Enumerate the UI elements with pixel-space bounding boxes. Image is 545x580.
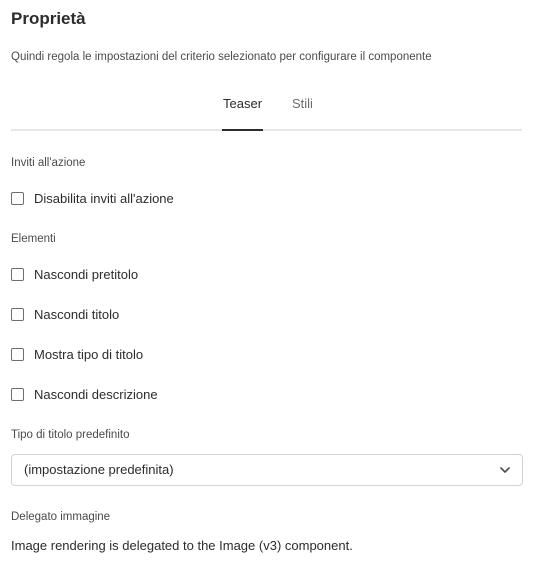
- tab-bar: Teaser Stili: [11, 86, 522, 131]
- disable-cta-checkbox[interactable]: Disabilita inviti all'azione: [11, 188, 174, 208]
- checkbox-icon[interactable]: [11, 267, 24, 281]
- checkbox-icon[interactable]: [11, 191, 24, 205]
- hide-title-label: Nascondi titolo: [34, 306, 120, 322]
- show-title-type-label: Mostra tipo di titolo: [34, 346, 144, 362]
- tab-teaser[interactable]: Teaser: [223, 96, 262, 111]
- hide-title-checkbox[interactable]: Nascondi titolo: [11, 304, 119, 324]
- chevron-down-icon[interactable]: [498, 463, 512, 477]
- title-type-select[interactable]: (impostazione predefinita): [11, 454, 523, 486]
- tab-stili[interactable]: Stili: [292, 96, 313, 111]
- hide-pretitle-label: Nascondi pretitolo: [34, 266, 139, 282]
- checkbox-icon[interactable]: [11, 387, 24, 401]
- hide-description-label: Nascondi descrizione: [34, 386, 158, 402]
- image-delegate-label: Delegato immagine: [11, 511, 111, 523]
- elements-section-label: Elementi: [11, 233, 56, 245]
- checkbox-icon[interactable]: [11, 347, 24, 361]
- image-delegate-text: Image rendering is delegated to the Imag…: [11, 538, 353, 553]
- disable-cta-label: Disabilita inviti all'azione: [34, 190, 174, 206]
- hide-pretitle-checkbox[interactable]: Nascondi pretitolo: [11, 264, 138, 284]
- show-title-type-checkbox[interactable]: Mostra tipo di titolo: [11, 344, 143, 364]
- title-type-selected-value: (impostazione predefinita): [24, 462, 174, 477]
- panel-title: Proprietà: [11, 9, 86, 28]
- checkbox-icon[interactable]: [11, 307, 24, 321]
- panel-description: Quindi regola le impostazioni del criter…: [11, 51, 432, 63]
- cta-section-label: Inviti all'azione: [11, 157, 86, 169]
- title-type-label: Tipo di titolo predefinito: [11, 429, 130, 441]
- hide-description-checkbox[interactable]: Nascondi descrizione: [11, 384, 158, 404]
- tab-selected-indicator: [222, 129, 263, 131]
